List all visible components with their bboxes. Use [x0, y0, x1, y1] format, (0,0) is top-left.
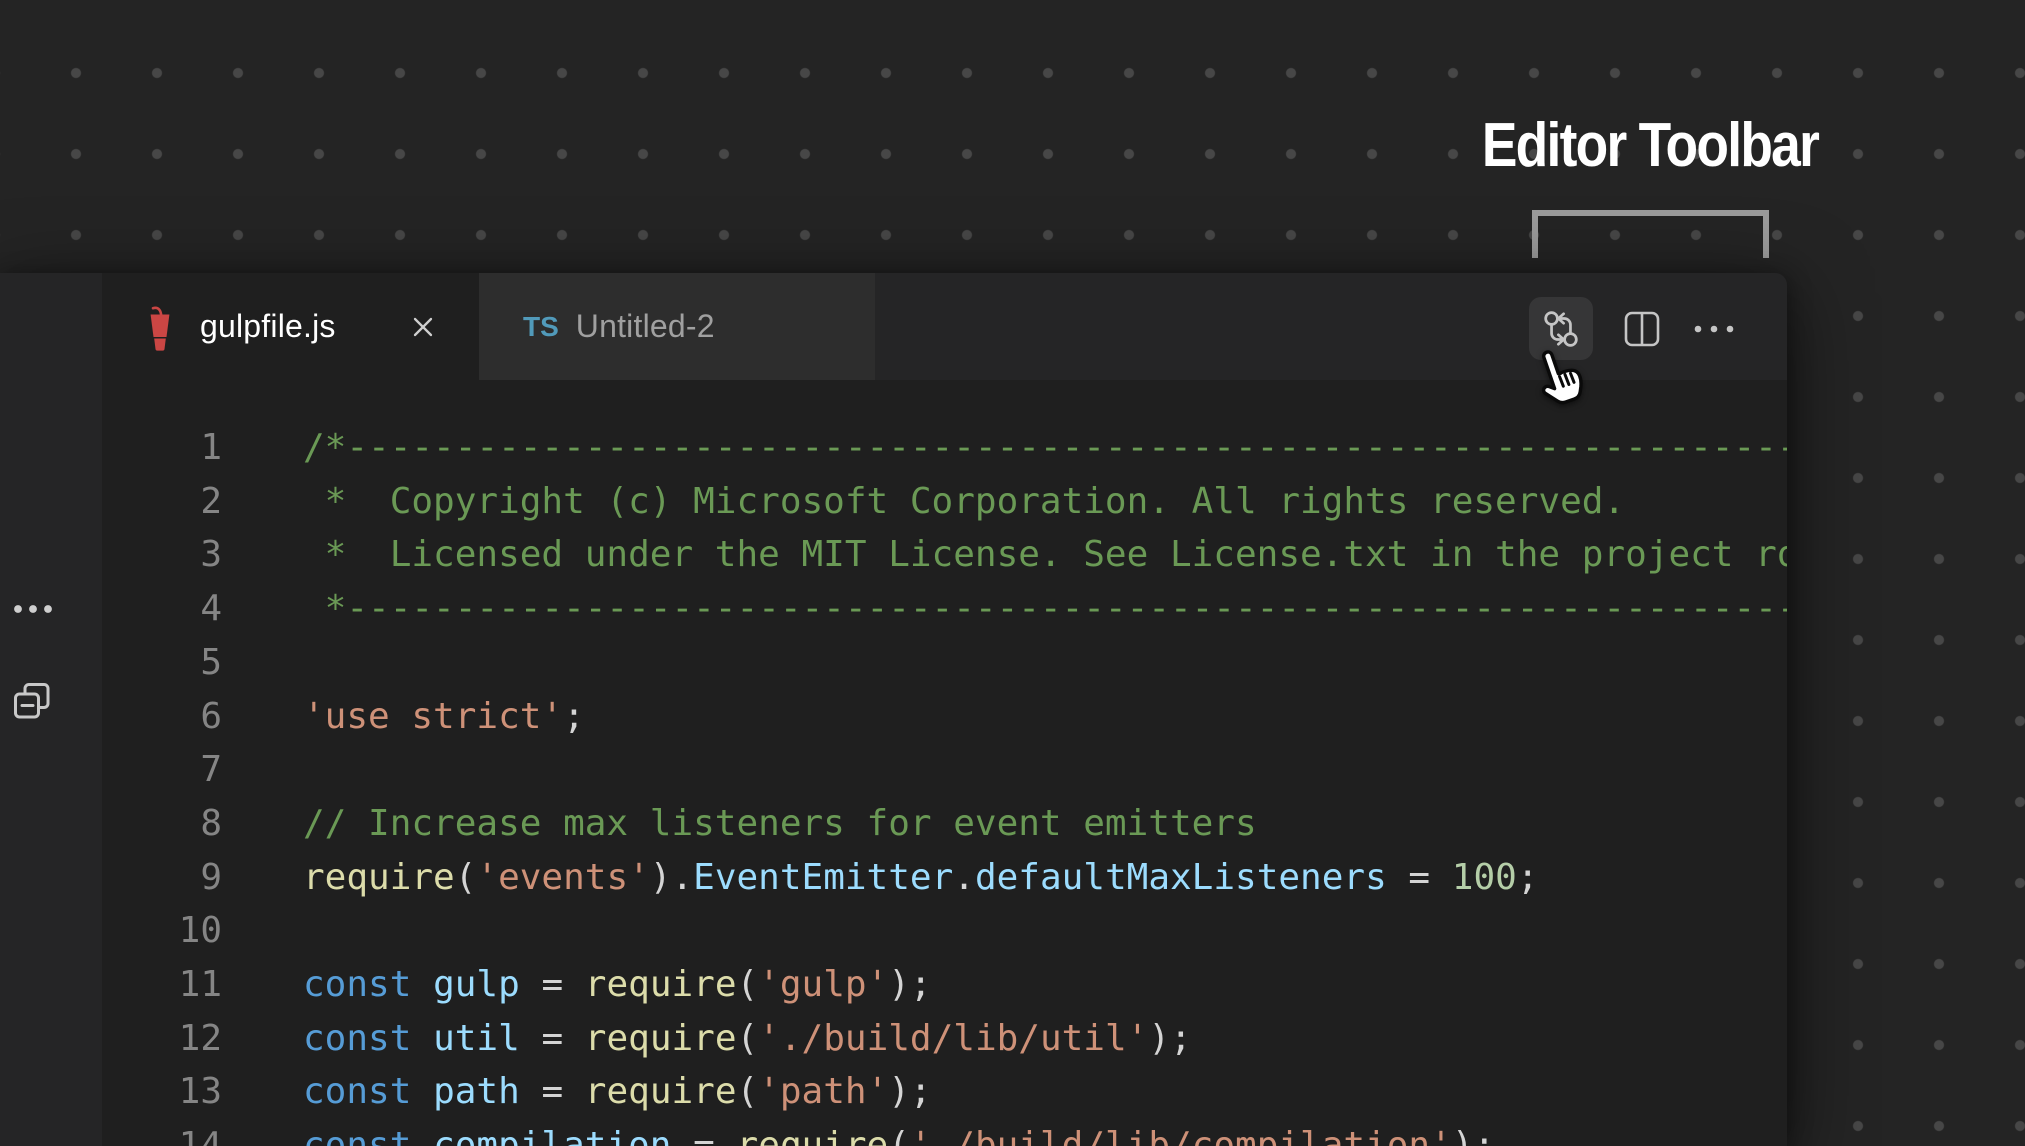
tab-untitled-2[interactable]: TS Untitled-2 — [479, 273, 875, 380]
line-number: 14 — [102, 1119, 222, 1146]
annotation-bracket — [1532, 210, 1769, 258]
line-number: 11 — [102, 958, 222, 1012]
line-content: const path = require('path'); — [303, 1065, 932, 1119]
line-content: const compilation = require('./build/lib… — [303, 1119, 1495, 1146]
code-line: 2 * Copyright (c) Microsoft Corporation.… — [102, 475, 1787, 529]
left-rail — [0, 273, 102, 1146]
vscode-screenshot-fragment: gulpfile.js TS Untitled-2 — [0, 273, 1787, 1146]
code-line: 3 * Licensed under the MIT License. See … — [102, 528, 1787, 582]
code-line: 11 const gulp = require('gulp'); — [102, 958, 1787, 1012]
line-number: 8 — [102, 797, 222, 851]
line-content: *---------------------------------------… — [303, 582, 1787, 636]
code-line: 10 — [102, 904, 1787, 958]
code-line: 7 — [102, 743, 1787, 797]
more-ellipsis-icon[interactable] — [10, 601, 58, 617]
annotation-heading: Editor Toolbar — [1477, 112, 1823, 180]
code-line: 8 // Increase max listeners for event emi… — [102, 797, 1787, 851]
line-content: /*--------------------------------------… — [303, 421, 1787, 475]
code-editor[interactable]: 1 /*-------------------------------------… — [102, 380, 1787, 1146]
close-icon[interactable] — [407, 311, 439, 343]
line-number: 12 — [102, 1012, 222, 1066]
line-number: 10 — [102, 904, 222, 958]
split-editor-button[interactable] — [1617, 297, 1667, 360]
line-number: 3 — [102, 528, 222, 582]
line-number: 4 — [102, 582, 222, 636]
line-content — [303, 636, 325, 690]
page: Editor Toolbar — [0, 0, 2025, 1146]
line-content: * Copyright (c) Microsoft Corporation. A… — [303, 475, 1625, 529]
code-lines: 1 /*-------------------------------------… — [102, 421, 1787, 1146]
line-content: const util = require('./build/lib/util')… — [303, 1012, 1192, 1066]
hand-pointer-cursor — [1530, 348, 1592, 416]
line-number: 2 — [102, 475, 222, 529]
split-editor-icon — [1623, 310, 1661, 348]
code-line: 12 const util = require('./build/lib/util… — [102, 1012, 1787, 1066]
more-actions-button[interactable] — [1691, 297, 1737, 360]
code-line: 6 'use strict'; — [102, 690, 1787, 744]
line-number: 1 — [102, 421, 222, 475]
line-number: 6 — [102, 690, 222, 744]
line-content: // Increase max listeners for event emit… — [303, 797, 1257, 851]
more-actions-icon — [1691, 322, 1737, 336]
code-line: 1 /*-------------------------------------… — [102, 421, 1787, 475]
line-number: 9 — [102, 851, 222, 905]
copy-pages-icon[interactable] — [12, 681, 52, 721]
line-content: const gulp = require('gulp'); — [303, 958, 932, 1012]
line-number: 7 — [102, 743, 222, 797]
gulp-icon — [148, 301, 172, 353]
code-line: 4 *-------------------------------------… — [102, 582, 1787, 636]
line-number: 13 — [102, 1065, 222, 1119]
typescript-icon: TS — [523, 311, 559, 343]
line-content: 'use strict'; — [303, 690, 585, 744]
line-content: * Licensed under the MIT License. See Li… — [303, 528, 1787, 582]
line-number: 5 — [102, 636, 222, 690]
line-content: require('events').EventEmitter.defaultMa… — [303, 851, 1539, 905]
tab-label: Untitled-2 — [576, 308, 715, 345]
code-line: 9 require('events').EventEmitter.defaultM… — [102, 851, 1787, 905]
line-content — [303, 904, 325, 958]
line-content — [303, 743, 325, 797]
tab-label: gulpfile.js — [200, 308, 336, 345]
open-changes-icon — [1540, 308, 1582, 350]
tab-gulpfile[interactable]: gulpfile.js — [102, 273, 479, 380]
code-line: 14 const compilation = require('./build/l… — [102, 1119, 1787, 1146]
code-line: 5 — [102, 636, 1787, 690]
code-line: 13 const path = require('path'); — [102, 1065, 1787, 1119]
